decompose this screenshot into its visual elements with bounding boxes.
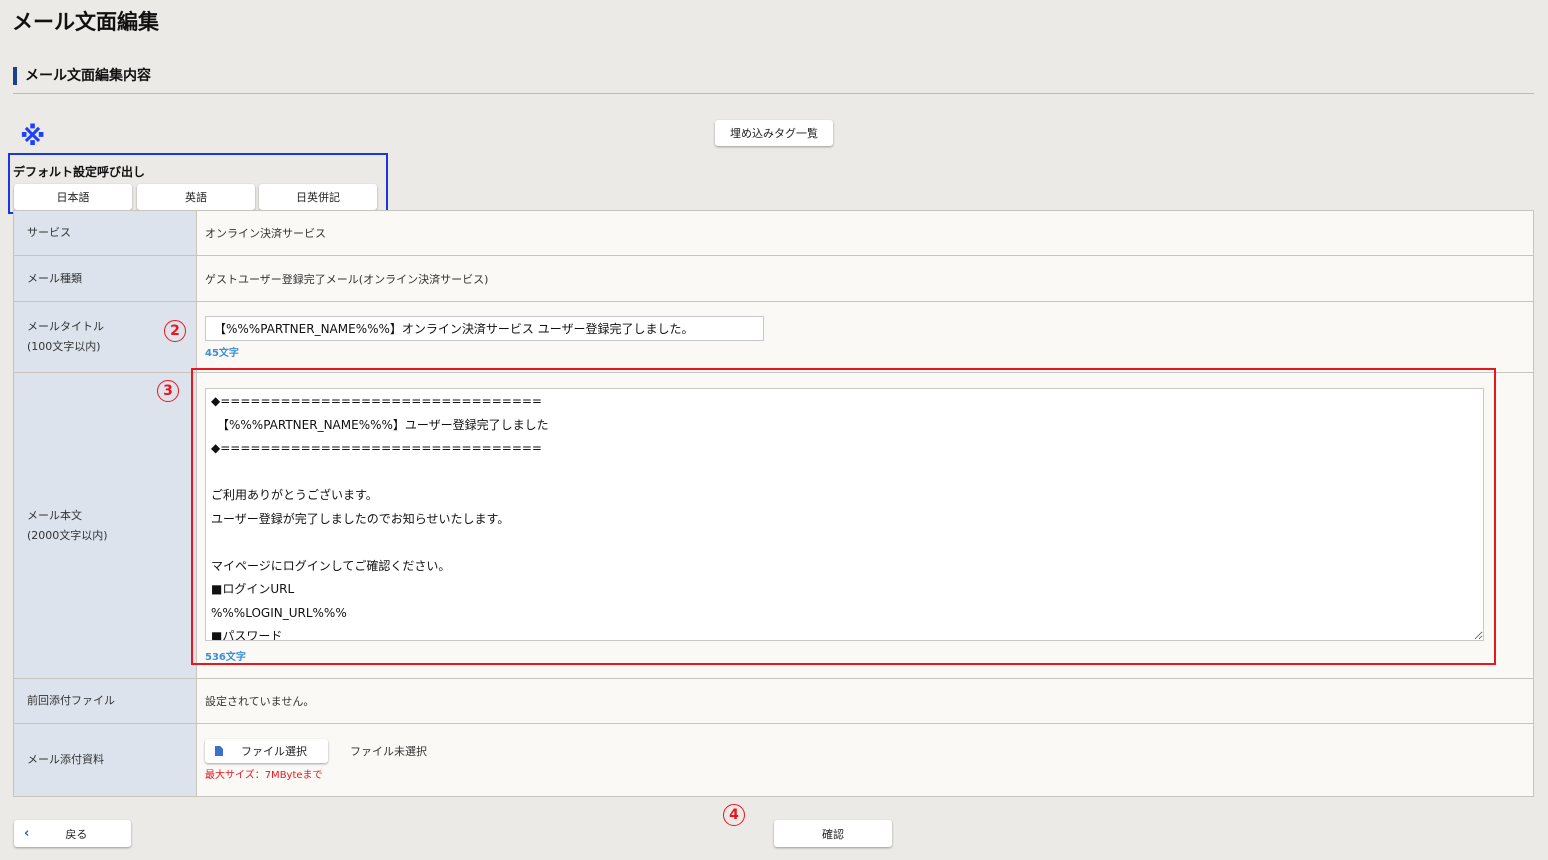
mail-body-textarea[interactable]: ◆================================ 【%%%PA… bbox=[205, 388, 1484, 641]
service-row: サービス オンライン決済サービス bbox=[14, 211, 1533, 256]
mail-title-input[interactable] bbox=[205, 315, 764, 341]
mail-type-row: メール種類 ゲストユーザー登録完了メール(オンライン決済サービス) bbox=[14, 256, 1533, 302]
prev-attachment-value: 設定されていません。 bbox=[205, 695, 315, 708]
chevron-left-icon: ‹ bbox=[24, 826, 30, 841]
marker-4: 4 bbox=[723, 804, 745, 826]
tag-list-button[interactable]: 埋め込みタグ一覧 bbox=[715, 120, 833, 146]
mail-type-value: ゲストユーザー登録完了メール(オンライン決済サービス) bbox=[205, 272, 489, 286]
attachment-label: メール添付資料 bbox=[14, 724, 197, 796]
mail-title-char-count: 45文字 bbox=[205, 347, 239, 359]
default-japanese-button[interactable]: 日本語 bbox=[14, 184, 132, 210]
page-title: メール文面編集 bbox=[12, 10, 159, 34]
file-status: ファイル未選択 bbox=[350, 745, 427, 758]
mail-type-label: メール種類 bbox=[14, 256, 197, 301]
back-button[interactable]: ‹ 戻る bbox=[14, 820, 131, 847]
mail-body-label: メール本文 (2000文字以内) bbox=[14, 373, 197, 678]
confirm-button[interactable]: 確認 bbox=[774, 820, 892, 847]
attachment-row: メール添付資料 ファイル選択 ファイル未選択 最大サイズ：7MByteまで bbox=[14, 724, 1533, 796]
default-english-button[interactable]: 英語 bbox=[137, 184, 255, 210]
marker-3: 3 bbox=[157, 380, 179, 402]
prev-attachment-label: 前回添付ファイル bbox=[14, 679, 197, 723]
mail-body-row: メール本文 (2000文字以内) ◆======================… bbox=[14, 373, 1533, 679]
mail-title-row: メールタイトル (100文字以内) 45文字 bbox=[14, 302, 1533, 373]
mail-body-char-count: 536文字 bbox=[205, 652, 246, 663]
service-label: サービス bbox=[14, 211, 197, 255]
file-icon bbox=[215, 746, 223, 756]
service-value: オンライン決済サービス bbox=[205, 227, 326, 240]
default-bilingual-button[interactable]: 日英併記 bbox=[259, 184, 377, 210]
mail-body-sublabel: (2000文字以内) bbox=[27, 528, 108, 542]
default-settings-label: デフォルト設定呼び出し bbox=[13, 165, 146, 179]
marker-2: 2 bbox=[164, 320, 186, 342]
prev-attachment-row: 前回添付ファイル 設定されていません。 bbox=[14, 679, 1533, 724]
max-size-note: 最大サイズ：7MByteまで bbox=[205, 770, 323, 781]
file-select-button[interactable]: ファイル選択 bbox=[205, 739, 328, 763]
section-heading: メール文面編集内容 bbox=[13, 66, 1534, 94]
note-mark: ※ bbox=[20, 122, 46, 152]
mail-form-table: サービス オンライン決済サービス メール種類 ゲストユーザー登録完了メール(オン… bbox=[13, 210, 1534, 797]
